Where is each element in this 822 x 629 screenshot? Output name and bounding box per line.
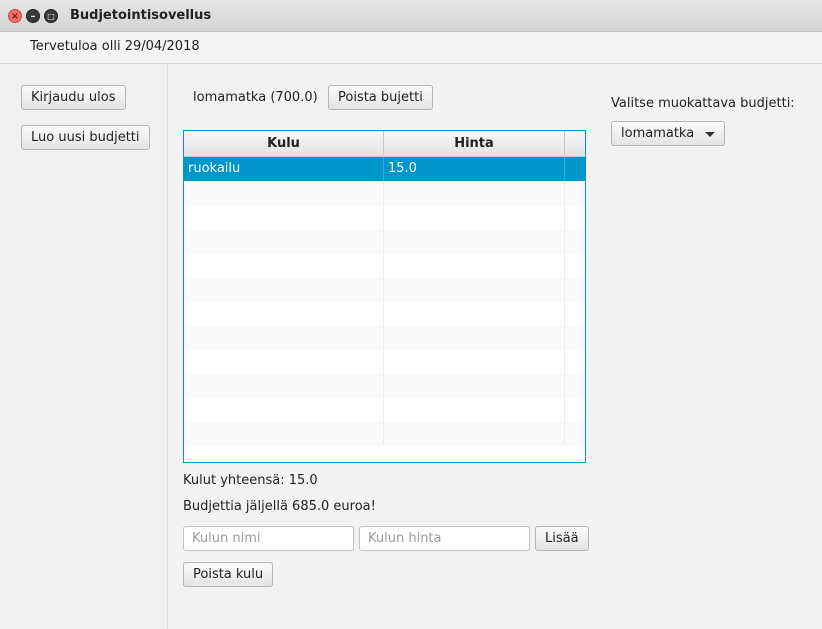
filler-cell xyxy=(565,205,585,229)
expense-name-cell xyxy=(184,397,384,421)
expense-name-cell xyxy=(184,205,384,229)
total-expenses: Kulut yhteensä: 15.0 xyxy=(183,473,318,488)
expense-name-cell: ruokailu xyxy=(184,157,384,181)
expense-price-cell xyxy=(384,229,565,253)
expense-price-cell xyxy=(384,277,565,301)
expense-name-cell xyxy=(184,181,384,205)
table-row[interactable]: ruokailu 15.0 xyxy=(184,157,585,181)
new-budget-button[interactable]: Luo uusi budjetti xyxy=(21,125,150,150)
expense-price-cell xyxy=(384,301,565,325)
expense-name-cell xyxy=(184,301,384,325)
expense-name-cell xyxy=(184,373,384,397)
remaining-budget: Budjettia jäljellä 685.0 euroa! xyxy=(183,499,376,514)
filler-cell xyxy=(565,349,585,373)
expense-table[interactable]: Kulu Hinta ruokailu 15.0 xyxy=(183,130,586,463)
expense-price-cell xyxy=(384,181,565,205)
window-title: Budjetointisovellus xyxy=(70,8,212,23)
expense-name-cell xyxy=(184,349,384,373)
maximize-icon[interactable]: □ xyxy=(44,9,58,23)
expense-price-cell xyxy=(384,421,565,445)
expense-price-cell xyxy=(384,205,565,229)
table-row[interactable] xyxy=(184,229,585,253)
expense-name-input[interactable] xyxy=(183,526,354,551)
logout-button[interactable]: Kirjaudu ulos xyxy=(21,85,126,110)
filler-cell xyxy=(565,325,585,349)
budget-selector[interactable]: lomamatka xyxy=(611,121,725,146)
expense-price-cell xyxy=(384,349,565,373)
table-row[interactable] xyxy=(184,301,585,325)
expense-name-cell xyxy=(184,421,384,445)
table-row[interactable] xyxy=(184,205,585,229)
column-header-hinta[interactable]: Hinta xyxy=(384,131,565,156)
table-row[interactable] xyxy=(184,253,585,277)
column-header-kulu[interactable]: Kulu xyxy=(184,131,384,156)
window-titlebar: × – □ Budjetointisovellus xyxy=(0,0,822,32)
expense-name-cell xyxy=(184,253,384,277)
expense-price-input[interactable] xyxy=(359,526,530,551)
expense-name-cell xyxy=(184,229,384,253)
table-row[interactable] xyxy=(184,277,585,301)
chevron-down-icon xyxy=(705,132,715,137)
expense-price-cell xyxy=(384,397,565,421)
filler-cell xyxy=(565,253,585,277)
expense-price-cell xyxy=(384,325,565,349)
delete-expense-button[interactable]: Poista kulu xyxy=(183,562,274,587)
table-row[interactable] xyxy=(184,181,585,205)
delete-budget-button[interactable]: Poista bujetti xyxy=(328,85,433,110)
filler-cell xyxy=(565,229,585,253)
expense-price-cell: 15.0 xyxy=(384,157,565,181)
filler-cell xyxy=(565,181,585,205)
table-row[interactable] xyxy=(184,325,585,349)
filler-cell xyxy=(565,397,585,421)
filler-cell xyxy=(565,277,585,301)
welcome-text: Tervetuloa olli 29/04/2018 xyxy=(30,39,200,54)
budget-selector-value: lomamatka xyxy=(621,126,695,141)
filler-cell xyxy=(565,373,585,397)
expense-name-cell xyxy=(184,277,384,301)
table-header: Kulu Hinta xyxy=(184,131,585,157)
minimize-icon[interactable]: – xyxy=(26,9,40,23)
welcome-bar: Tervetuloa olli 29/04/2018 xyxy=(0,32,822,64)
expense-price-cell xyxy=(384,373,565,397)
table-body: ruokailu 15.0 xyxy=(184,157,585,445)
close-icon[interactable]: × xyxy=(8,9,22,23)
table-row[interactable] xyxy=(184,421,585,445)
add-expense-button[interactable]: Lisää xyxy=(535,526,589,551)
filler-cell xyxy=(565,301,585,325)
column-header-filler xyxy=(565,131,585,156)
table-row[interactable] xyxy=(184,373,585,397)
table-row[interactable] xyxy=(184,349,585,373)
filler-cell xyxy=(565,421,585,445)
budget-title: lomamatka (700.0) xyxy=(193,90,318,105)
filler-cell xyxy=(565,157,585,181)
table-row[interactable] xyxy=(184,397,585,421)
budget-selector-label: Valitse muokattava budjetti: xyxy=(611,96,795,111)
expense-name-cell xyxy=(184,325,384,349)
expense-price-cell xyxy=(384,253,565,277)
